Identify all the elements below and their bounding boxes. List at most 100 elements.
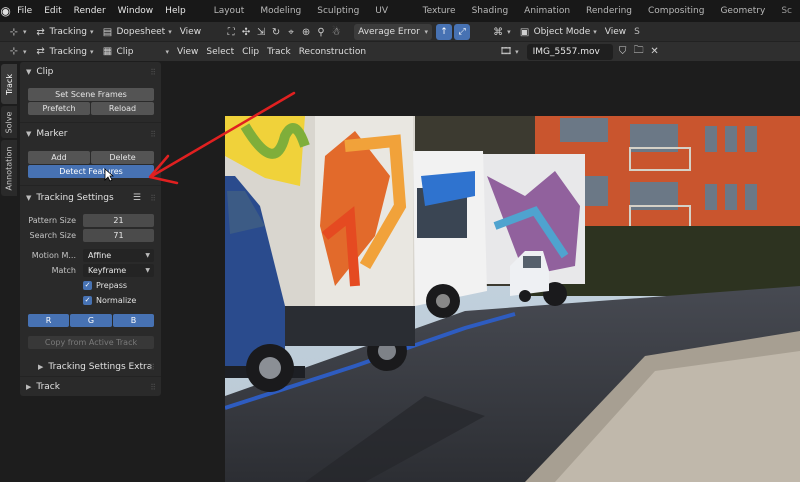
dopesheet-tool-buttons: ⛶ ✣ ⇲ ↻ ⌖ ⊕ ⚲ ☃ (221, 24, 346, 40)
prepass-checkbox[interactable]: ✓ Prepass (83, 281, 127, 290)
tab-track[interactable]: Track (1, 64, 17, 104)
filter-tool-icon[interactable]: ⚲ (315, 26, 327, 38)
normalize-checkbox[interactable]: ✓ Normalize (83, 296, 136, 305)
menu-file[interactable]: File (11, 6, 38, 16)
blender-logo-icon[interactable]: ◉ (0, 0, 11, 22)
sort-invert-button[interactable]: ⤢ (454, 24, 471, 40)
clip-clip-menu[interactable]: Clip (238, 44, 263, 60)
clip-file-field[interactable]: IMG_5557.mov (526, 43, 613, 60)
clip-reconstruction-menu[interactable]: Reconstruction (295, 44, 370, 60)
tab-layout[interactable]: Layout (206, 0, 253, 22)
close-icon[interactable]: ✕ (649, 46, 661, 58)
clip-section-header[interactable]: ▼ Clip ⠿ (20, 63, 161, 81)
menu-window[interactable]: Window (112, 6, 160, 16)
chevron-down-icon: ▼ (26, 130, 32, 138)
menu-render[interactable]: Render (68, 6, 112, 16)
tab-modeling[interactable]: Modeling (252, 0, 309, 22)
keyframe-tool-icon[interactable]: ⛶ (225, 26, 237, 38)
marker-section-header[interactable]: ▼ Marker ⠿ (20, 125, 161, 143)
tab-texture-paint[interactable]: Texture Paint (415, 0, 464, 38)
track-section-header[interactable]: ▶ Track ⠿ (20, 378, 161, 396)
drag-grip-icon[interactable]: ⠿ (150, 194, 156, 203)
tracking-settings-extra-title: Tracking Settings Extra (48, 362, 153, 372)
editor-type-button[interactable]: ⊹ ▾ (4, 24, 31, 40)
average-error-select[interactable]: Average Error ▾ (354, 24, 433, 40)
clip-view-select[interactable]: ▦ Clip ▾ (98, 44, 174, 60)
motion-model-label: Motion M... (31, 251, 76, 260)
object-type-button[interactable]: ⌘ ▾ (488, 24, 515, 40)
tracking-settings-header[interactable]: ▼ Tracking Settings ☰ ⠿ (20, 189, 161, 207)
movie-clip-frame[interactable] (225, 116, 800, 482)
tracking-editor-icon: ⊹ (9, 46, 19, 57)
sort-up-button[interactable]: ↑ (436, 24, 453, 40)
clip-viewer[interactable] (163, 62, 800, 482)
channel-b-toggle[interactable]: B (113, 314, 154, 327)
tab-uv-editing[interactable]: UV Editing (367, 0, 414, 38)
presets-list-icon[interactable]: ☰ (133, 193, 141, 203)
marker-section-title: Marker (36, 129, 68, 139)
tracking-mode-icon: ⇄ (36, 26, 45, 38)
rotate-tool-icon[interactable]: ↻ (270, 26, 282, 38)
clip-browse-button[interactable]: 🎞 ▾ (496, 44, 523, 60)
menu-edit[interactable]: Edit (38, 6, 67, 16)
search-size-field[interactable]: 71 (83, 229, 154, 242)
set-scene-frames-button[interactable]: Set Scene Frames (28, 88, 154, 101)
open-folder-icon[interactable]: 🗀 (633, 45, 645, 58)
ghost-icon[interactable]: ☃ (330, 26, 342, 38)
move-tool-icon[interactable]: ✣ (240, 26, 252, 38)
channel-r-toggle[interactable]: R (28, 314, 69, 327)
tab-shading[interactable]: Shading (464, 0, 517, 22)
tab-animation[interactable]: Animation (516, 0, 578, 22)
view-menu-3d[interactable]: View (601, 24, 630, 40)
tab-rendering[interactable]: Rendering (578, 0, 640, 22)
chevron-down-icon: ▾ (424, 28, 429, 36)
tab-scripting[interactable]: Sc (773, 0, 800, 22)
drag-grip-icon[interactable]: ⠿ (150, 383, 156, 392)
tracking-mode-select[interactable]: ⇄ Tracking ▾ (31, 24, 98, 40)
channel-g-toggle[interactable]: G (70, 314, 112, 327)
chevron-down-icon: ▼ (145, 267, 150, 274)
detect-features-button[interactable]: Detect Features (28, 165, 154, 178)
tab-geometry-nodes[interactable]: Geometry Nodes (712, 0, 773, 38)
view-type-label: Dopesheet (116, 27, 166, 37)
match-select[interactable]: Keyframe ▼ (83, 264, 154, 277)
select-tool-icon[interactable]: ⌖ (285, 26, 297, 38)
view-menu[interactable]: View (176, 24, 205, 40)
tab-sculpting[interactable]: Sculpting (309, 0, 367, 22)
tab-compositing[interactable]: Compositing (640, 0, 712, 22)
menu-help[interactable]: Help (159, 6, 192, 16)
pattern-size-label: Pattern Size (28, 216, 76, 225)
chevron-right-icon: ▶ (38, 363, 44, 371)
motion-model-select[interactable]: Affine ▼ (83, 249, 154, 262)
tracking-editor-icon: ⊹ (9, 26, 19, 38)
tab-solve[interactable]: Solve (1, 106, 17, 138)
select-menu-3d[interactable]: S (630, 24, 644, 40)
clip-select-menu[interactable]: Select (202, 44, 238, 60)
fake-user-shield-icon[interactable]: ⛉ (617, 46, 629, 58)
drag-grip-icon[interactable]: ⠿ (150, 130, 156, 139)
drag-grip-icon[interactable]: ⠿ (149, 363, 155, 372)
scale-tool-icon[interactable]: ⇲ (255, 26, 267, 38)
delete-marker-button[interactable]: Delete (91, 151, 154, 164)
pattern-size-field[interactable]: 21 (83, 214, 154, 227)
clip-view-menu[interactable]: View (173, 44, 202, 60)
view-type-select[interactable]: ▤ Dopesheet ▾ (98, 24, 176, 40)
section-divider (20, 376, 161, 377)
checkmark-icon: ✓ (83, 296, 92, 305)
prefetch-button[interactable]: Prefetch (28, 102, 90, 115)
drag-grip-icon[interactable]: ⠿ (150, 68, 156, 77)
track-section-title: Track (36, 382, 60, 392)
search-size-label: Search Size (29, 231, 76, 240)
copy-from-active-track-button[interactable]: Copy from Active Track (28, 336, 154, 349)
reload-button[interactable]: Reload (91, 102, 154, 115)
tracking-settings-extra-header[interactable]: ▶ Tracking Settings Extra ⠿ (32, 358, 160, 376)
object-mode-select[interactable]: ▣ Object Mode ▾ (515, 24, 601, 40)
cursor-tool-icon[interactable]: ⊕ (300, 26, 312, 38)
add-marker-button[interactable]: Add (28, 151, 90, 164)
chevron-down-icon: ▾ (168, 28, 172, 36)
clip-track-menu[interactable]: Track (263, 44, 295, 60)
tab-annotation-label: Annotation (4, 146, 14, 190)
clip-tracking-mode-select[interactable]: ⇄ Tracking ▾ (31, 44, 98, 60)
clip-editor-type-button[interactable]: ⊹ ▾ (4, 44, 31, 60)
tab-annotation[interactable]: Annotation (1, 140, 17, 196)
